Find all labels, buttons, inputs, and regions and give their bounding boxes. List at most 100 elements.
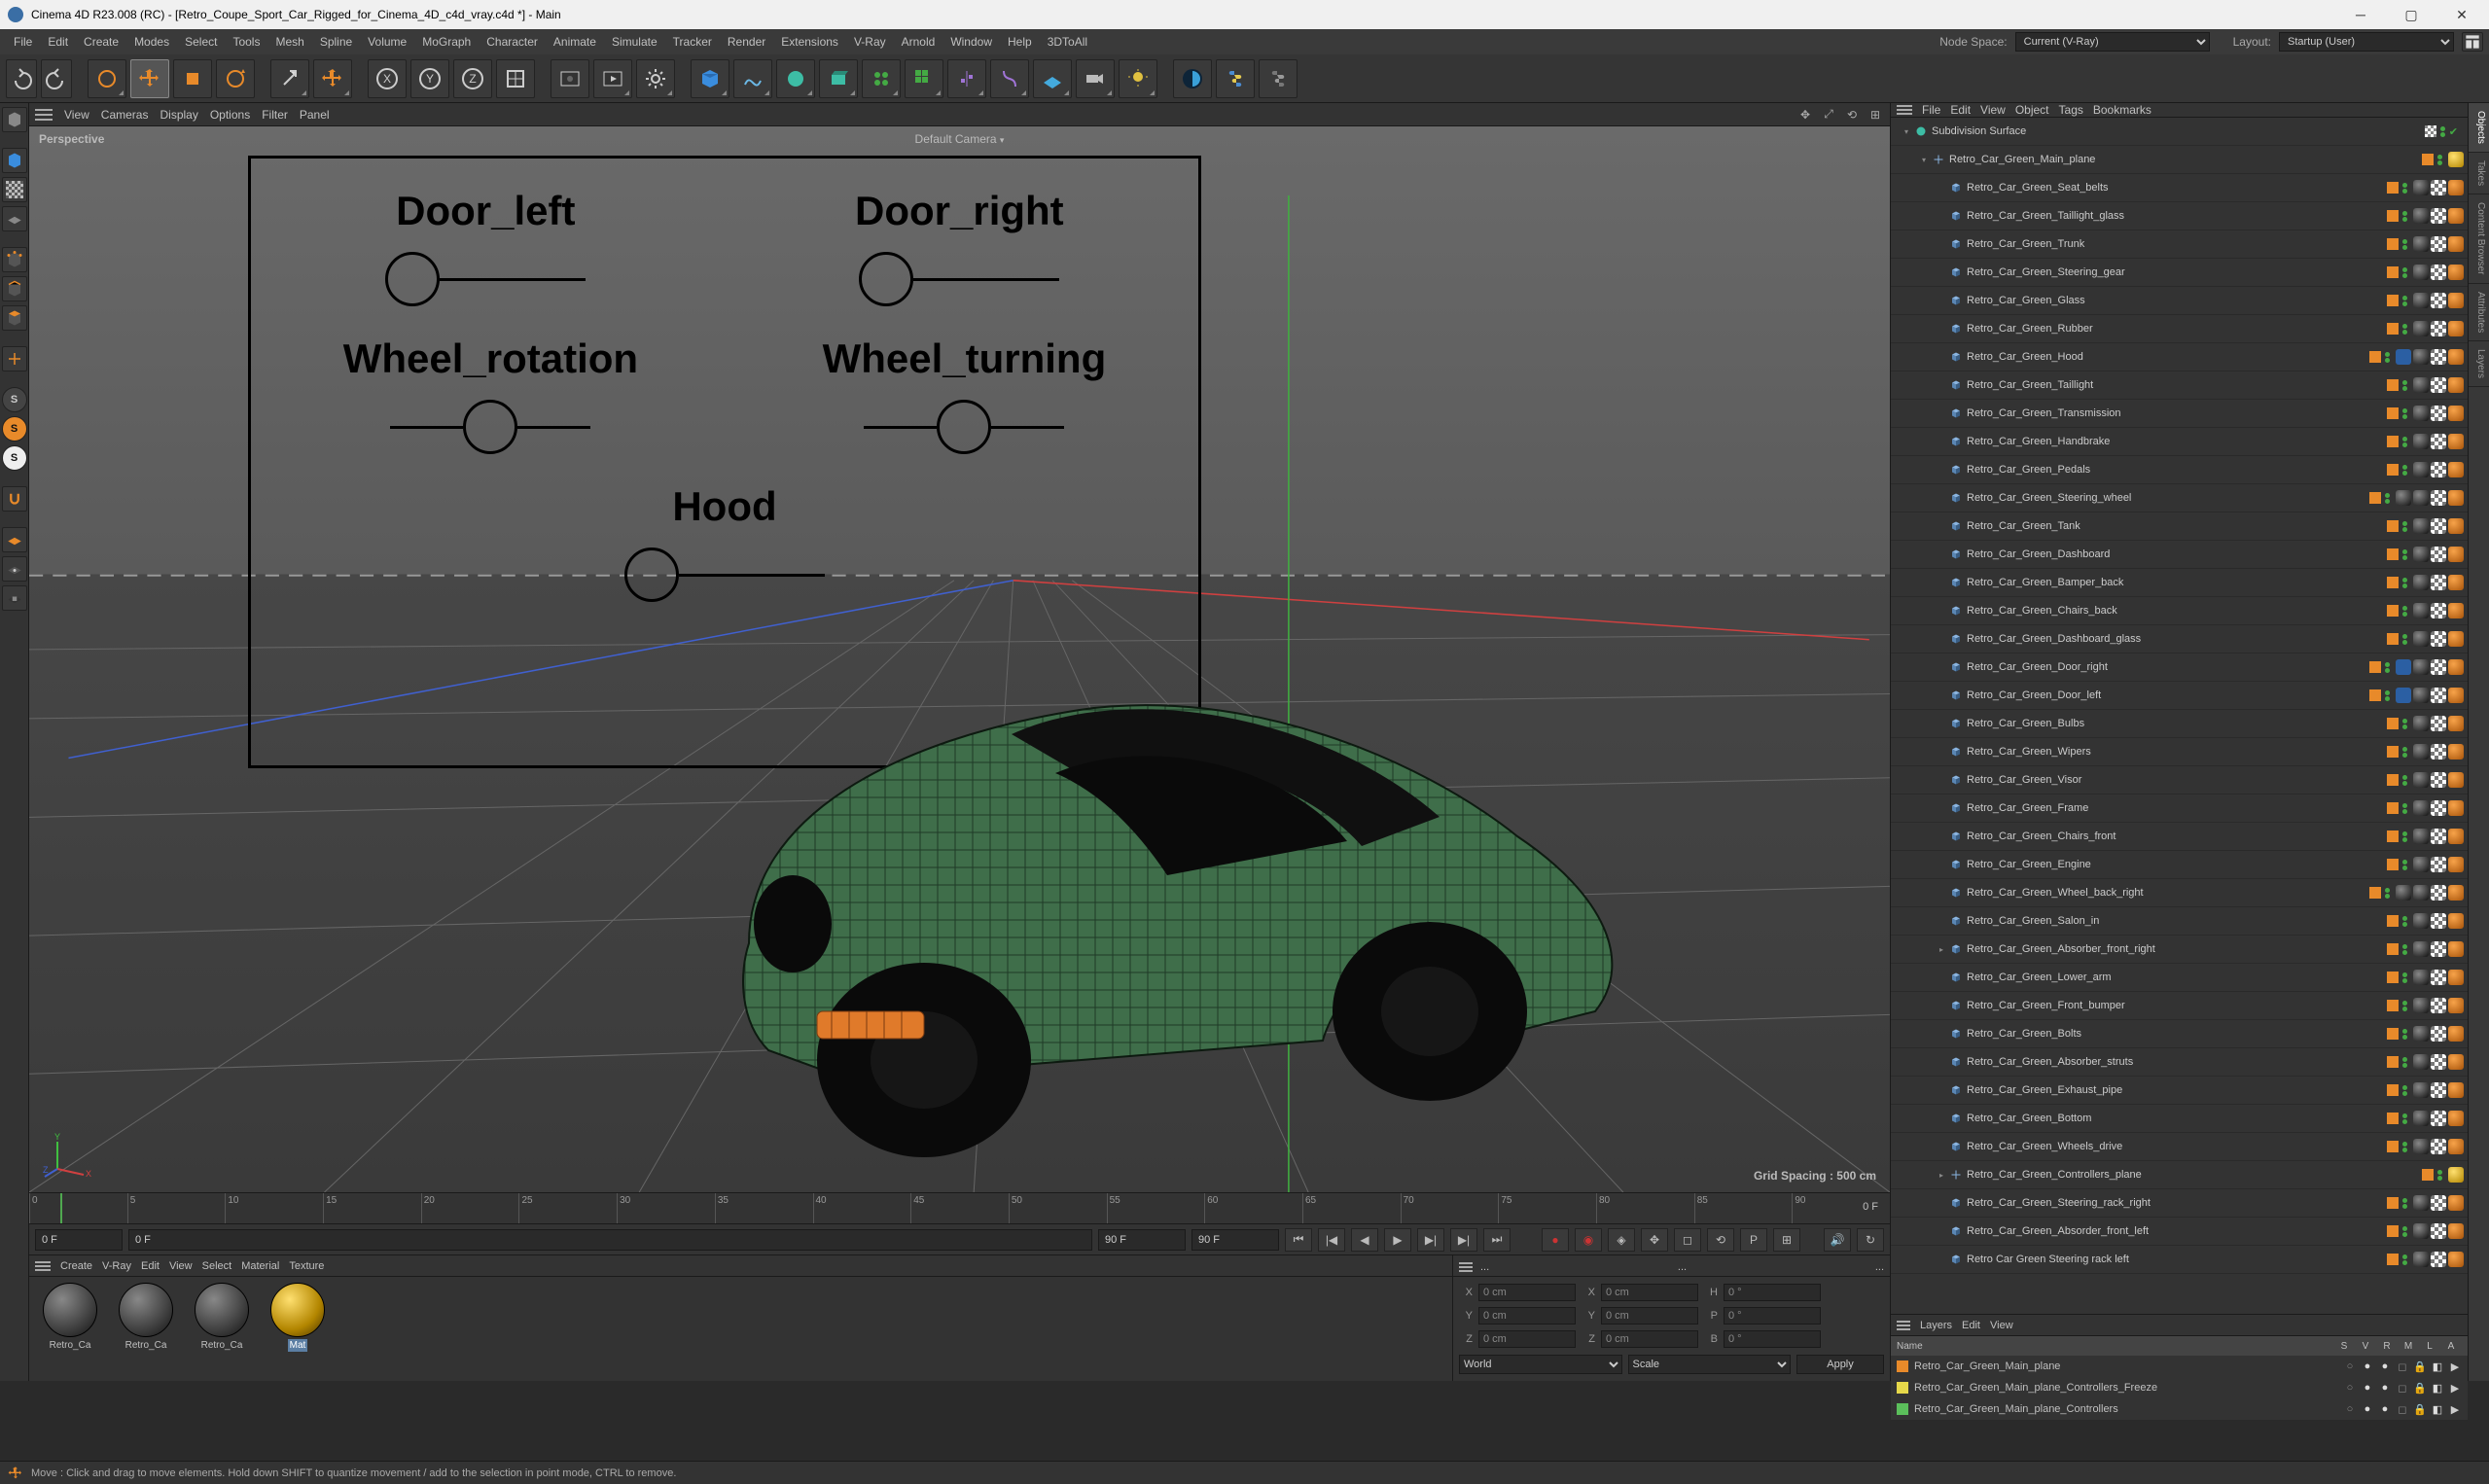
- script-1-button[interactable]: [1216, 59, 1255, 98]
- render-settings-button[interactable]: [636, 59, 675, 98]
- orange-tag-icon[interactable]: [2448, 885, 2464, 901]
- scale-tool[interactable]: [173, 59, 212, 98]
- expander-icon[interactable]: [1936, 746, 1947, 758]
- viewport-camera-label[interactable]: Default Camera ▾: [915, 132, 1005, 146]
- menu-tracker[interactable]: Tracker: [665, 31, 720, 53]
- expander-icon[interactable]: [1936, 633, 1947, 645]
- viewport-layout-icon[interactable]: ⊞: [1867, 106, 1884, 124]
- sphere-tag-icon[interactable]: [2413, 1082, 2429, 1098]
- check-tag-icon[interactable]: [2431, 857, 2446, 872]
- polygon-mode-button[interactable]: [2, 305, 27, 331]
- object-row[interactable]: Retro_Car_Green_Taillight: [1891, 371, 2468, 400]
- check-tag-icon[interactable]: [2431, 265, 2446, 280]
- viewport-move-icon[interactable]: ✥: [1796, 106, 1814, 124]
- orange-tag-icon[interactable]: [2448, 941, 2464, 957]
- layer-color-swatch[interactable]: [2387, 972, 2399, 983]
- expand-arrow-icon[interactable]: ▶: [2448, 1360, 2462, 1373]
- viewport-solo-hier-button[interactable]: S: [2, 445, 27, 471]
- object-row[interactable]: Retro_Car_Green_Engine: [1891, 851, 2468, 879]
- key-param-button[interactable]: P: [1740, 1228, 1767, 1252]
- viewmenu-panel[interactable]: Panel: [300, 108, 330, 122]
- sphere-tag-icon[interactable]: [2413, 603, 2429, 618]
- texture-mode-button[interactable]: [2, 177, 27, 202]
- object-row[interactable]: Retro_Car_Green_Handbrake: [1891, 428, 2468, 456]
- visibility-dots[interactable]: [2402, 324, 2407, 335]
- solo-toggle[interactable]: ○: [2343, 1360, 2357, 1373]
- coord-world-dropdown[interactable]: World: [1459, 1355, 1622, 1374]
- key-pla-button[interactable]: ⊞: [1773, 1228, 1800, 1252]
- check-tag-icon[interactable]: [2431, 885, 2446, 901]
- orange-tag-icon[interactable]: [2448, 688, 2464, 703]
- expander-icon[interactable]: [1936, 407, 1947, 419]
- node-space-dropdown[interactable]: Current (V-Ray): [2015, 32, 2210, 52]
- y-axis-button[interactable]: Y: [410, 59, 449, 98]
- expander-icon[interactable]: ▸: [1936, 943, 1947, 955]
- layers-menu-icon[interactable]: [1897, 1321, 1910, 1330]
- object-row[interactable]: Retro_Car_Green_Trunk: [1891, 230, 2468, 259]
- check-tag-icon[interactable]: [2431, 998, 2446, 1013]
- sphere-tag-icon[interactable]: [2413, 180, 2429, 195]
- object-row[interactable]: Retro_Car_Green_Front_bumper: [1891, 992, 2468, 1020]
- objmenu-tags[interactable]: Tags: [2059, 103, 2083, 117]
- layer-color-swatch[interactable]: [2387, 379, 2399, 391]
- sphere-tag-icon[interactable]: [2413, 321, 2429, 336]
- solo-toggle[interactable]: ○: [2343, 1402, 2357, 1416]
- hud-wheel-rotation-slider[interactable]: [343, 400, 638, 454]
- menu-render[interactable]: Render: [720, 31, 773, 53]
- check-tag-icon[interactable]: [2431, 1139, 2446, 1154]
- visibility-dots[interactable]: [2402, 239, 2407, 250]
- lock-toggle[interactable]: 🔒: [2413, 1381, 2427, 1395]
- orange-tag-icon[interactable]: [2448, 293, 2464, 308]
- visibility-dots[interactable]: [2402, 521, 2407, 532]
- close-button[interactable]: ✕: [2450, 3, 2473, 26]
- layer-color-swatch[interactable]: [2387, 774, 2399, 786]
- matmenu-material[interactable]: Material: [241, 1260, 279, 1272]
- matmenu-texture[interactable]: Texture: [289, 1260, 324, 1272]
- maximize-button[interactable]: ▢: [2400, 3, 2423, 26]
- object-row[interactable]: Retro_Car_Green_Absorder_front_left: [1891, 1218, 2468, 1246]
- expander-icon[interactable]: [1936, 605, 1947, 617]
- sound-button[interactable]: 🔊: [1824, 1228, 1851, 1252]
- orange-tag-icon[interactable]: [2448, 490, 2464, 506]
- object-row[interactable]: ▾Retro_Car_Green_Main_plane: [1891, 146, 2468, 174]
- check-tag-icon[interactable]: [2431, 434, 2446, 449]
- orange-tag-icon[interactable]: [2448, 349, 2464, 365]
- objmenu-file[interactable]: File: [1922, 103, 1940, 117]
- undo-button[interactable]: [6, 59, 37, 98]
- visibility-dots[interactable]: [2402, 437, 2407, 447]
- check-tag-icon[interactable]: [2431, 547, 2446, 562]
- sphere-tag-icon[interactable]: [2413, 941, 2429, 957]
- visibility-dots[interactable]: [2402, 972, 2407, 983]
- expander-icon[interactable]: [1936, 1197, 1947, 1209]
- object-row[interactable]: Retro_Car_Green_Transmission: [1891, 400, 2468, 428]
- spline-pen-button[interactable]: [733, 59, 772, 98]
- layer-color-swatch[interactable]: [2369, 887, 2381, 899]
- visibility-dots[interactable]: [2402, 183, 2407, 194]
- sphere-tag-icon[interactable]: [2413, 1026, 2429, 1042]
- visibility-dots[interactable]: [2402, 549, 2407, 560]
- expander-icon[interactable]: [1936, 1000, 1947, 1011]
- check-tag-icon[interactable]: [2431, 1252, 2446, 1267]
- visibility-dots[interactable]: [2402, 1254, 2407, 1265]
- object-row[interactable]: Retro_Car_Green_Exhaust_pipe: [1891, 1077, 2468, 1105]
- orange-tag-icon[interactable]: [2448, 321, 2464, 336]
- visibility-dots[interactable]: [2402, 1142, 2407, 1152]
- sphere-tag-icon[interactable]: [2413, 857, 2429, 872]
- enable-check-icon[interactable]: ✔: [2449, 125, 2458, 138]
- expander-icon[interactable]: [1936, 689, 1947, 701]
- sphere-tag-icon[interactable]: [2413, 1195, 2429, 1211]
- render-pv-button[interactable]: [593, 59, 632, 98]
- play-mode-button[interactable]: ↻: [1857, 1228, 1884, 1252]
- expander-icon[interactable]: [1936, 661, 1947, 673]
- check-tag-icon[interactable]: [2431, 941, 2446, 957]
- viewport-zoom-icon[interactable]: ⤢: [1820, 106, 1837, 124]
- sphere-tag-icon[interactable]: [2413, 1252, 2429, 1267]
- orange-tag-icon[interactable]: [2448, 518, 2464, 534]
- layer-color-swatch[interactable]: [2369, 351, 2381, 363]
- sphere-tag-icon[interactable]: [2413, 265, 2429, 280]
- orange-tag-icon[interactable]: [2448, 547, 2464, 562]
- sphere-tag-icon[interactable]: [2413, 462, 2429, 477]
- object-row[interactable]: Retro_Car_Green_Steering_gear: [1891, 259, 2468, 287]
- timeline-ruler[interactable]: 051015202530354045505560657075808590 0 F: [29, 1192, 1890, 1223]
- sphere-tag-icon[interactable]: [2413, 575, 2429, 590]
